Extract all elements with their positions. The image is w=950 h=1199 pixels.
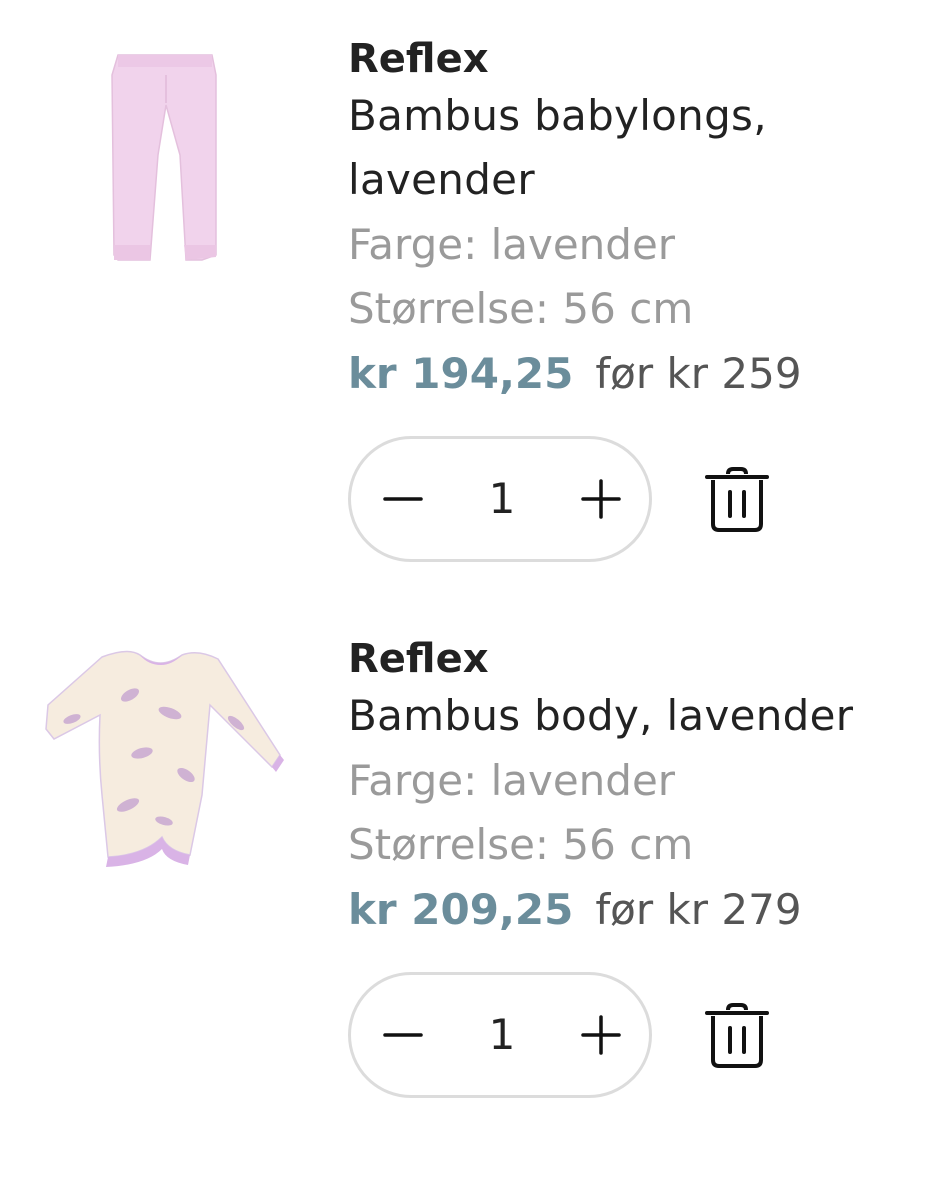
quantity-value[interactable]: 1 bbox=[461, 467, 543, 531]
cart-item: Reflex Bambus babylongs, lavender Farge:… bbox=[0, 0, 950, 562]
increase-quantity-button[interactable] bbox=[569, 467, 633, 531]
increase-quantity-button[interactable] bbox=[569, 1003, 633, 1067]
item-controls: 1 bbox=[348, 436, 938, 562]
original-price: før kr 279 bbox=[595, 885, 802, 934]
product-image-bodysuit[interactable] bbox=[40, 645, 290, 875]
brand-name: Reflex bbox=[348, 36, 489, 82]
price-row: kr 194,25 før kr 259 bbox=[348, 342, 938, 406]
product-title-line: Bambus babylongs, bbox=[348, 91, 767, 140]
quantity-stepper: 1 bbox=[348, 436, 652, 562]
original-price: før kr 259 bbox=[595, 349, 802, 398]
product-size: Størrelse: 56 cm bbox=[348, 820, 694, 869]
product-info: Reflex Bambus body, lavender Farge: lave… bbox=[348, 634, 938, 1098]
cart-item: Reflex Bambus body, lavender Farge: lave… bbox=[0, 600, 950, 1160]
quantity-value[interactable]: 1 bbox=[461, 1003, 543, 1067]
product-title[interactable]: Bambus body, lavender bbox=[348, 684, 938, 748]
trash-icon bbox=[705, 1003, 769, 1068]
brand-name: Reflex bbox=[348, 636, 489, 682]
product-color: Farge: lavender bbox=[348, 220, 676, 269]
product-title-line: lavender bbox=[348, 155, 535, 204]
plus-icon bbox=[581, 479, 621, 519]
sale-price: kr 194,25 bbox=[348, 349, 574, 398]
product-title[interactable]: Bambus babylongs, lavender bbox=[348, 84, 828, 212]
decrease-quantity-button[interactable] bbox=[371, 1003, 435, 1067]
cart-item-list: Reflex Bambus babylongs, lavender Farge:… bbox=[0, 0, 950, 1199]
decrease-quantity-button[interactable] bbox=[371, 467, 435, 531]
trash-icon bbox=[705, 467, 769, 532]
remove-item-button[interactable] bbox=[704, 466, 770, 534]
product-size: Størrelse: 56 cm bbox=[348, 284, 694, 333]
sale-price: kr 209,25 bbox=[348, 885, 574, 934]
product-title-line: Bambus body, lavender bbox=[348, 691, 854, 740]
item-controls: 1 bbox=[348, 972, 938, 1098]
price-row: kr 209,25 før kr 279 bbox=[348, 878, 938, 942]
plus-icon bbox=[581, 1015, 621, 1055]
minus-icon bbox=[383, 1033, 423, 1037]
remove-item-button[interactable] bbox=[704, 1002, 770, 1070]
minus-icon bbox=[383, 497, 423, 501]
product-info: Reflex Bambus babylongs, lavender Farge:… bbox=[348, 34, 938, 562]
product-color: Farge: lavender bbox=[348, 756, 676, 805]
quantity-stepper: 1 bbox=[348, 972, 652, 1098]
product-image-leggings[interactable] bbox=[100, 45, 230, 270]
